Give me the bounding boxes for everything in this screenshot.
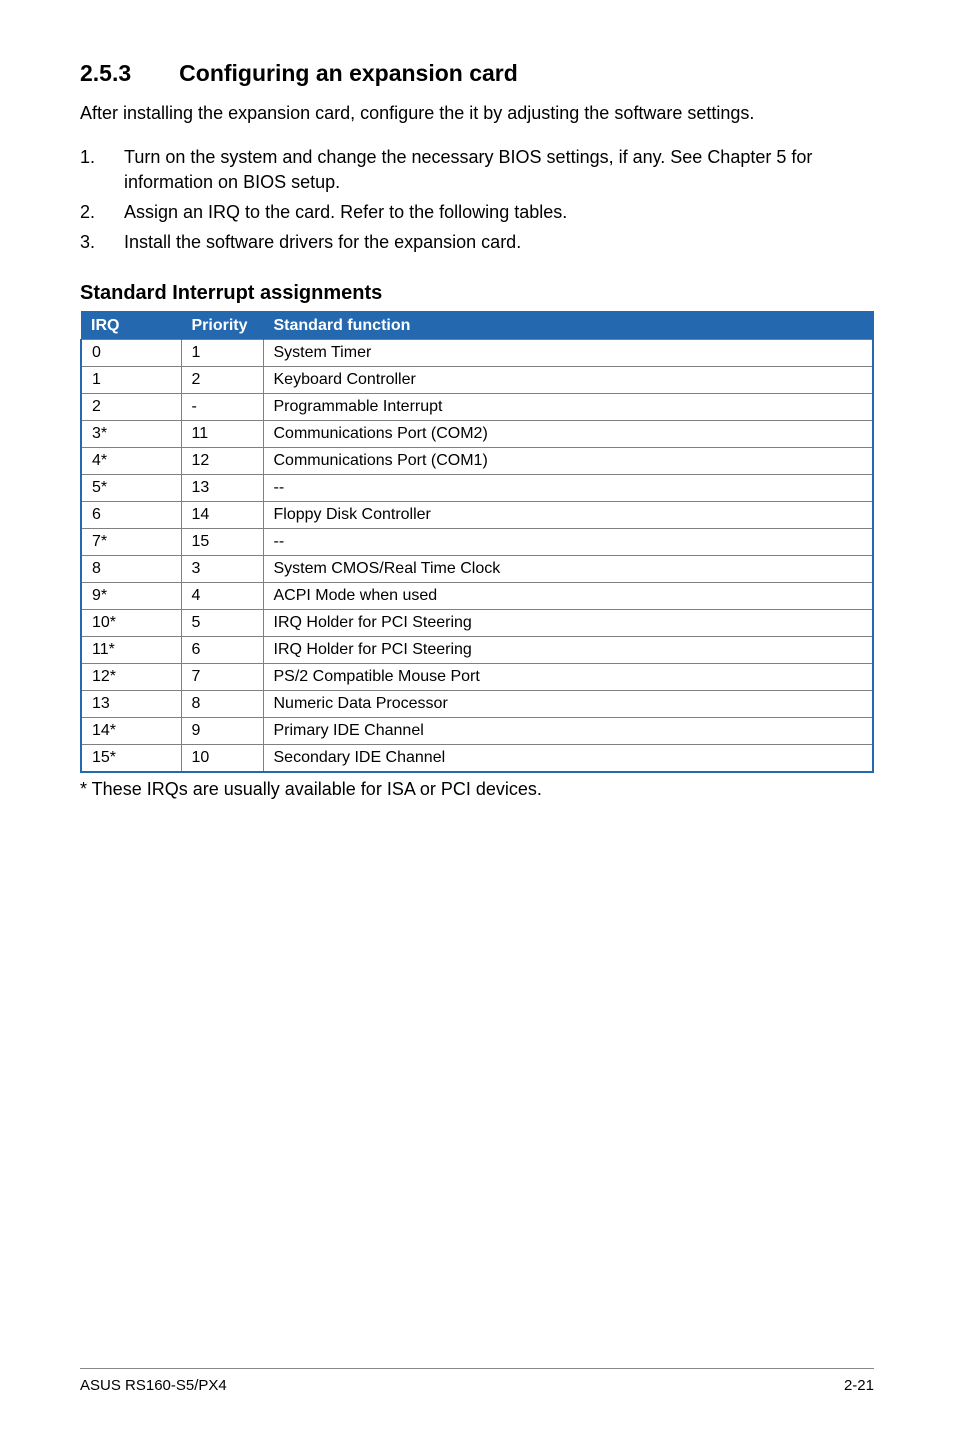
table-row: 138Numeric Data Processor bbox=[81, 691, 873, 718]
item-text: Turn on the system and change the necess… bbox=[124, 145, 874, 194]
table-row: 2-Programmable Interrupt bbox=[81, 394, 873, 421]
item-number: 3. bbox=[80, 230, 124, 254]
intro-paragraph: After installing the expansion card, con… bbox=[80, 101, 874, 125]
table-heading: Standard Interrupt assignments bbox=[80, 282, 874, 305]
header-function: Standard function bbox=[263, 312, 873, 340]
table-row: 5*13-- bbox=[81, 475, 873, 502]
table-row: 10*5IRQ Holder for PCI Steering bbox=[81, 610, 873, 637]
item-text: Assign an IRQ to the card. Refer to the … bbox=[124, 200, 874, 224]
section-heading: Configuring an expansion card bbox=[179, 60, 518, 87]
table-row: 3*11Communications Port (COM2) bbox=[81, 421, 873, 448]
list-item: 2. Assign an IRQ to the card. Refer to t… bbox=[80, 200, 874, 224]
item-number: 1. bbox=[80, 145, 124, 194]
list-item: 1. Turn on the system and change the nec… bbox=[80, 145, 874, 194]
table-row: 614Floppy Disk Controller bbox=[81, 502, 873, 529]
footer-left: ASUS RS160-S5/PX4 bbox=[80, 1377, 227, 1394]
table-row: 15*10Secondary IDE Channel bbox=[81, 745, 873, 773]
footer-page-number: 2-21 bbox=[844, 1377, 874, 1394]
item-number: 2. bbox=[80, 200, 124, 224]
table-row: 11*6IRQ Holder for PCI Steering bbox=[81, 637, 873, 664]
table-row: 83System CMOS/Real Time Clock bbox=[81, 556, 873, 583]
table-row: 12*7PS/2 Compatible Mouse Port bbox=[81, 664, 873, 691]
table-header-row: IRQ Priority Standard function bbox=[81, 312, 873, 340]
table-row: 12Keyboard Controller bbox=[81, 367, 873, 394]
list-item: 3. Install the software drivers for the … bbox=[80, 230, 874, 254]
header-irq: IRQ bbox=[81, 312, 181, 340]
table-row: 4*12Communications Port (COM1) bbox=[81, 448, 873, 475]
page-footer: ASUS RS160-S5/PX4 2-21 bbox=[80, 1368, 874, 1394]
table-body: 01System Timer 12Keyboard Controller 2-P… bbox=[81, 340, 873, 773]
section-number: 2.5.3 bbox=[80, 60, 131, 87]
item-text: Install the software drivers for the exp… bbox=[124, 230, 874, 254]
table-row: 01System Timer bbox=[81, 340, 873, 367]
table-row: 9*4ACPI Mode when used bbox=[81, 583, 873, 610]
header-priority: Priority bbox=[181, 312, 263, 340]
table-row: 7*15-- bbox=[81, 529, 873, 556]
table-footnote: * These IRQs are usually available for I… bbox=[80, 779, 874, 800]
table-row: 14*9Primary IDE Channel bbox=[81, 718, 873, 745]
steps-list: 1. Turn on the system and change the nec… bbox=[80, 145, 874, 254]
irq-table: IRQ Priority Standard function 01System … bbox=[80, 311, 874, 773]
section-title: 2.5.3 Configuring an expansion card bbox=[80, 60, 874, 87]
